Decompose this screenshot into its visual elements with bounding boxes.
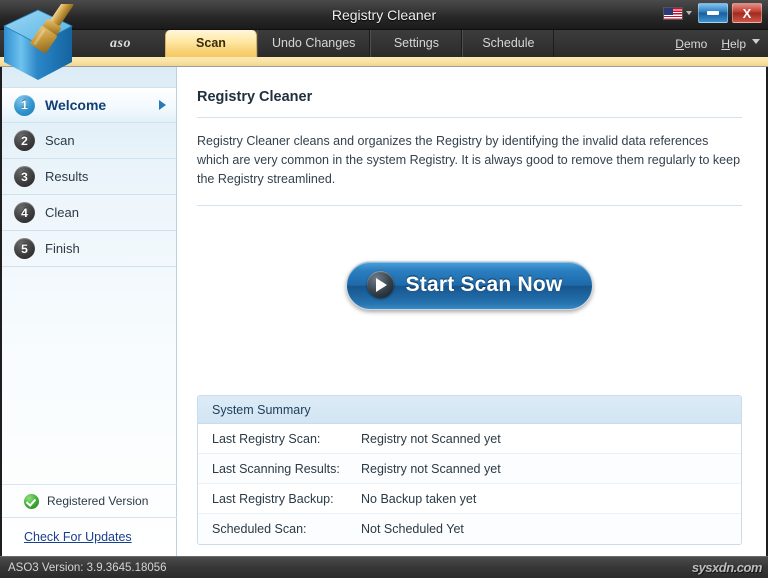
table-row: Last Registry Scan: Registry not Scanned… bbox=[198, 424, 741, 454]
step-badge-2: 2 bbox=[14, 130, 35, 151]
us-flag-icon bbox=[663, 7, 683, 20]
demo-link[interactable]: Demo bbox=[675, 37, 707, 51]
language-selector[interactable] bbox=[661, 6, 694, 21]
watermark: sysxdn.com bbox=[692, 557, 762, 578]
scan-button-wrap: Start Scan Now bbox=[197, 261, 742, 310]
demo-rest: emo bbox=[684, 37, 707, 51]
start-scan-now-button[interactable]: Start Scan Now bbox=[346, 261, 594, 310]
chevron-down-icon bbox=[686, 11, 692, 15]
play-icon bbox=[367, 271, 394, 298]
step-badge-5: 5 bbox=[14, 238, 35, 259]
sidebar-item-label: Scan bbox=[45, 133, 75, 148]
sidebar-item-clean[interactable]: 4 Clean bbox=[2, 195, 176, 231]
table-row: Last Scanning Results: Registry not Scan… bbox=[198, 454, 741, 484]
help-accel: H bbox=[721, 37, 730, 51]
sidebar-item-welcome[interactable]: 1 Welcome bbox=[2, 87, 176, 123]
status-bar: ASO3 Version: 3.9.3645.18056 sysxdn.com bbox=[0, 556, 768, 578]
sidebar: 1 Welcome 2 Scan 3 Results 4 Clean 5 bbox=[2, 67, 177, 556]
page-description: Registry Cleaner cleans and organizes th… bbox=[197, 132, 742, 189]
main-tabs: Scan Undo Changes Settings Schedule bbox=[165, 30, 554, 57]
application-window: Registry Cleaner X aso Scan Undo Changes… bbox=[0, 0, 768, 578]
sidebar-item-results[interactable]: 3 Results bbox=[2, 159, 176, 195]
tab-schedule[interactable]: Schedule bbox=[462, 30, 554, 57]
minimize-button[interactable] bbox=[698, 3, 728, 23]
sidebar-nav: 1 Welcome 2 Scan 3 Results 4 Clean 5 bbox=[2, 67, 176, 267]
start-scan-label: Start Scan Now bbox=[406, 273, 563, 297]
header-links: Demo Help bbox=[675, 30, 760, 57]
summary-value: Not Scheduled Yet bbox=[361, 522, 464, 536]
divider-top bbox=[197, 117, 742, 118]
summary-key: Scheduled Scan: bbox=[198, 522, 361, 536]
green-check-icon bbox=[24, 494, 39, 509]
check-for-updates-link[interactable]: Check For Updates bbox=[24, 530, 132, 544]
summary-value: Registry not Scanned yet bbox=[361, 462, 501, 476]
tab-bar: aso Scan Undo Changes Settings Schedule … bbox=[0, 30, 768, 57]
version-text: ASO3 Version: 3.9.3645.18056 bbox=[8, 557, 167, 578]
close-button[interactable]: X bbox=[732, 3, 762, 23]
main-content: Registry Cleaner Registry Cleaner cleans… bbox=[177, 67, 766, 556]
window-title: Registry Cleaner bbox=[0, 0, 768, 30]
help-rest: elp bbox=[730, 37, 746, 51]
help-link[interactable]: Help bbox=[721, 37, 746, 51]
sidebar-item-label: Finish bbox=[45, 241, 80, 256]
sidebar-item-label: Clean bbox=[45, 205, 79, 220]
registration-status: Registered Version bbox=[2, 484, 177, 518]
demo-accel: D bbox=[675, 37, 684, 51]
step-badge-1: 1 bbox=[14, 95, 35, 116]
summary-key: Last Registry Backup: bbox=[198, 492, 361, 506]
summary-key: Last Registry Scan: bbox=[198, 432, 361, 446]
brand-logo-text: aso bbox=[110, 30, 131, 57]
chevron-right-icon bbox=[159, 100, 166, 110]
sidebar-footer: Registered Version Check For Updates bbox=[2, 484, 177, 556]
sidebar-item-label: Welcome bbox=[45, 97, 106, 113]
window-controls: X bbox=[661, 3, 762, 23]
sidebar-item-scan[interactable]: 2 Scan bbox=[2, 123, 176, 159]
summary-key: Last Scanning Results: bbox=[198, 462, 361, 476]
system-summary-title: System Summary bbox=[198, 396, 741, 424]
gold-divider-band bbox=[0, 57, 768, 67]
table-row: Last Registry Backup: No Backup taken ye… bbox=[198, 484, 741, 514]
step-badge-3: 3 bbox=[14, 166, 35, 187]
page-title: Registry Cleaner bbox=[197, 89, 742, 105]
table-row: Scheduled Scan: Not Scheduled Yet bbox=[198, 514, 741, 544]
step-badge-4: 4 bbox=[14, 202, 35, 223]
window-body: 1 Welcome 2 Scan 3 Results 4 Clean 5 bbox=[2, 67, 766, 556]
system-summary-panel: System Summary Last Registry Scan: Regis… bbox=[197, 395, 742, 545]
sidebar-item-label: Results bbox=[45, 169, 88, 184]
help-chevron-down-icon[interactable] bbox=[752, 39, 760, 44]
check-updates-row: Check For Updates bbox=[2, 518, 177, 556]
tab-scan[interactable]: Scan bbox=[165, 30, 257, 57]
tab-undo-changes[interactable]: Undo Changes bbox=[257, 30, 370, 57]
registration-label: Registered Version bbox=[47, 494, 148, 508]
divider-bottom bbox=[197, 205, 742, 206]
title-bar: Registry Cleaner X bbox=[0, 0, 768, 30]
sidebar-item-finish[interactable]: 5 Finish bbox=[2, 231, 176, 267]
summary-value: No Backup taken yet bbox=[361, 492, 476, 506]
tab-settings[interactable]: Settings bbox=[370, 30, 462, 57]
summary-value: Registry not Scanned yet bbox=[361, 432, 501, 446]
